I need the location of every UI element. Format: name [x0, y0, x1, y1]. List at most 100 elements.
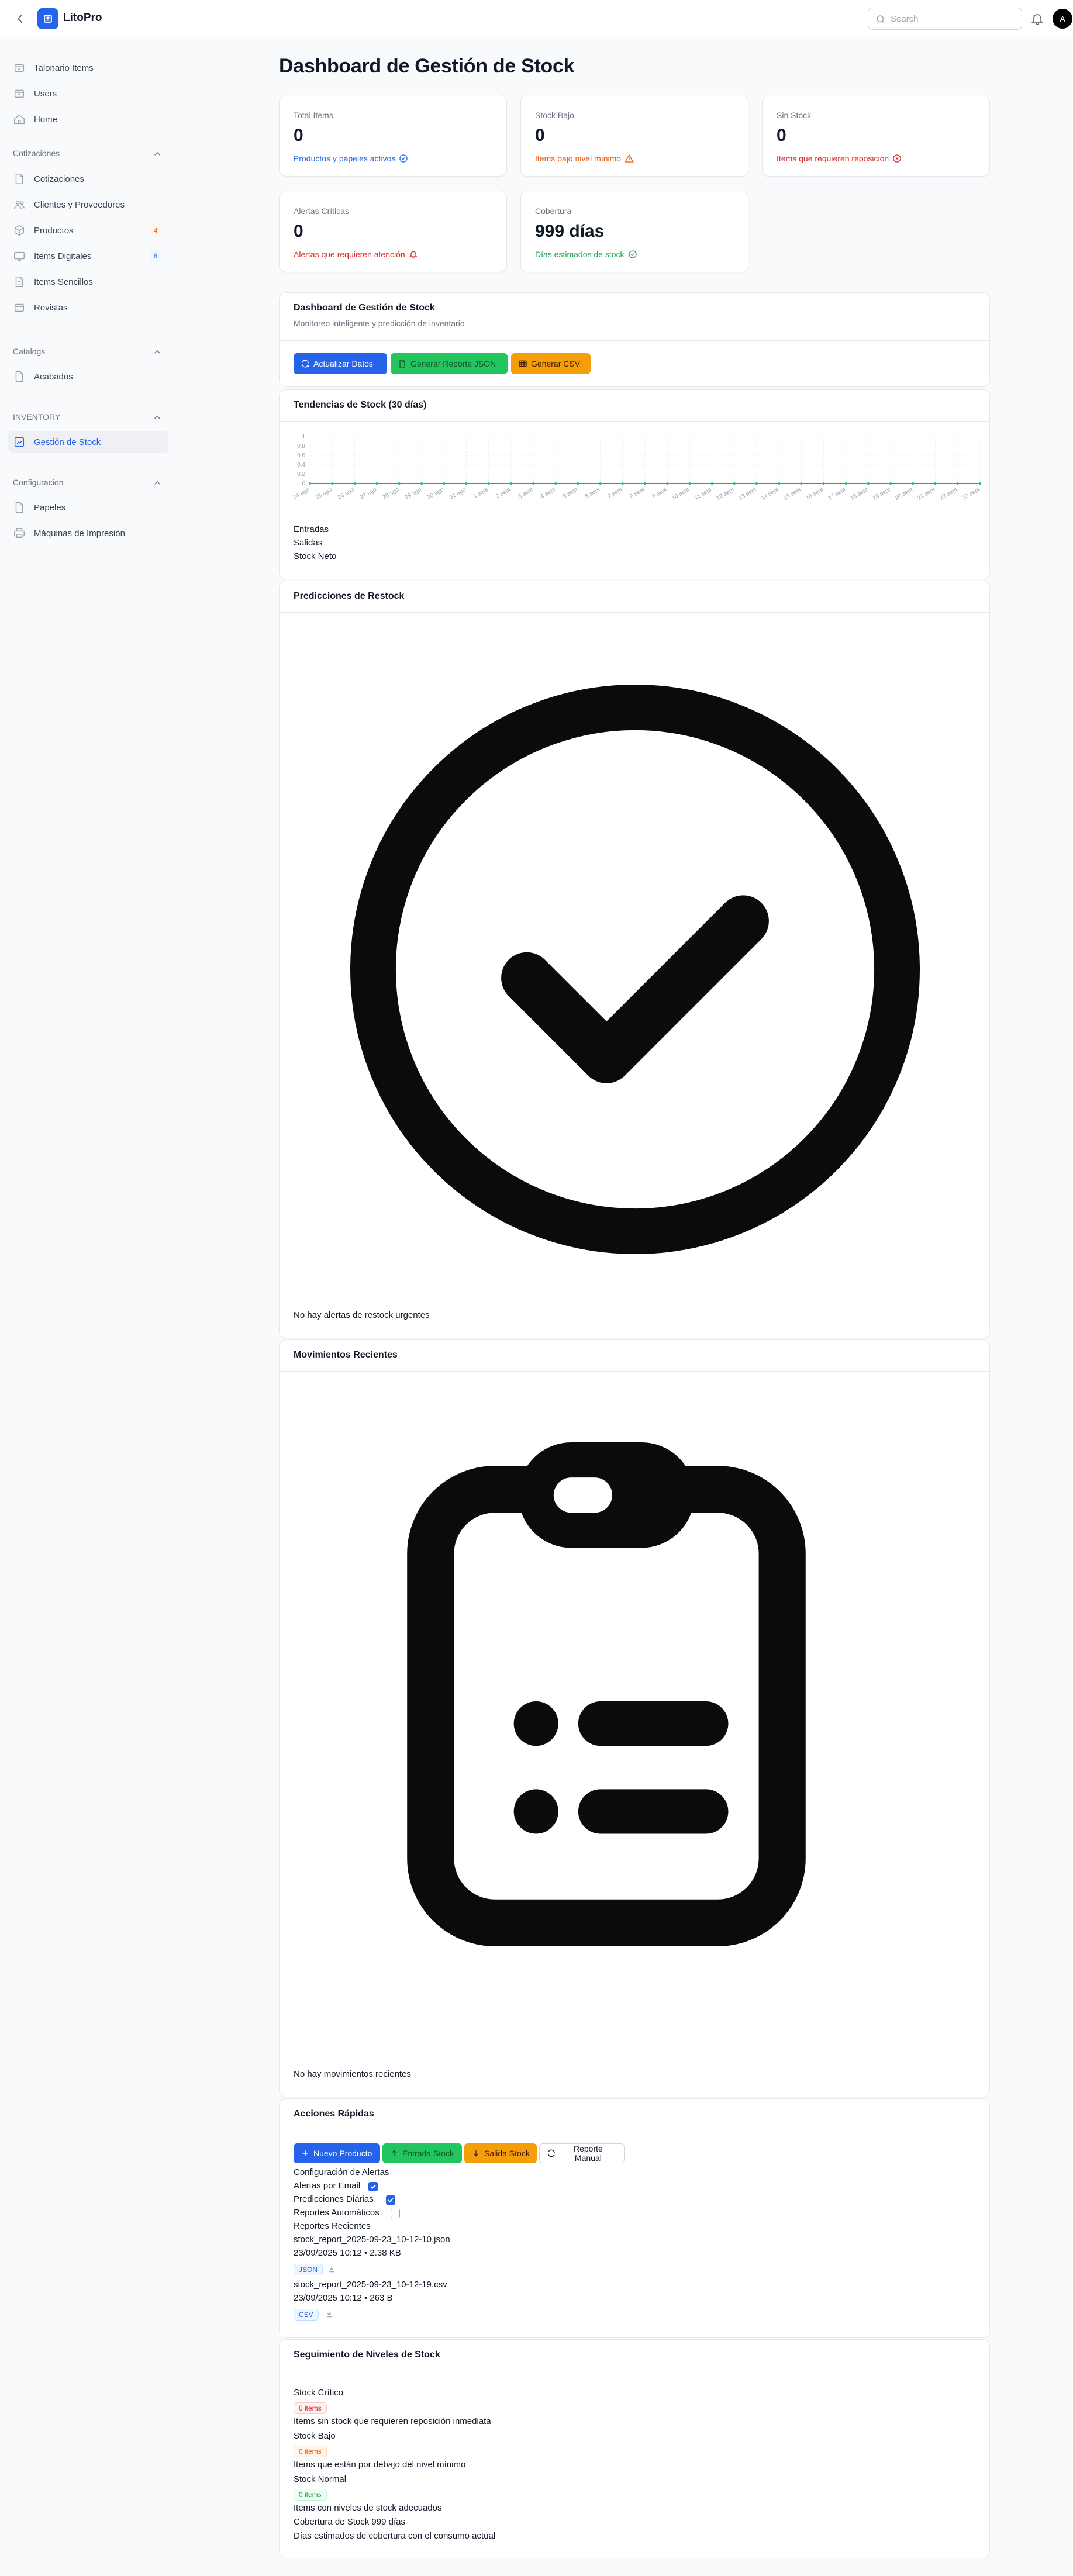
search-icon — [877, 15, 885, 23]
sidebar-item-acabados[interactable]: Acabados — [8, 365, 168, 388]
email-alerts-label: Alertas por Email — [294, 2181, 361, 2191]
restock-panel: Predicciones de Restock No hay alertas d… — [279, 581, 990, 1338]
x-tick-label: 31 ago — [448, 486, 467, 501]
level-label-critico: Stock Crítico — [294, 2388, 344, 2398]
level-description: Items sin stock que requieren reposición… — [294, 2416, 491, 2426]
movements-empty-message: No hay movimientos recientes — [294, 2069, 411, 2079]
stat-label: Stock Bajo — [535, 111, 574, 120]
email-alerts-checkbox[interactable] — [368, 2182, 378, 2191]
sidebar-item-label: Clientes y Proveedores — [34, 199, 125, 210]
table-icon — [519, 360, 527, 367]
report-file-name[interactable]: stock_report_2025-09-23_10-12-19.csv — [294, 2280, 447, 2290]
data-point — [465, 482, 468, 485]
manual-report-button[interactable]: Reporte Manual — [539, 2143, 625, 2163]
data-point — [599, 482, 602, 485]
sidebar-item-talonario-items[interactable]: Talonario Items — [8, 57, 168, 79]
stock-exit-button[interactable]: Salida Stock — [464, 2143, 537, 2163]
stat-description: Productos y papeles activos — [294, 154, 408, 163]
y-tick-label: 0 — [302, 481, 305, 487]
data-point — [755, 482, 758, 485]
chevron-up-icon[interactable] — [152, 412, 163, 423]
auto-reports-checkbox[interactable] — [391, 2209, 400, 2218]
daily-predictions-checkbox[interactable] — [386, 2195, 395, 2205]
monitor-icon — [14, 251, 25, 261]
users-icon — [14, 200, 25, 209]
sidebar-item-gestion-de-stock[interactable]: Gestión de Stock — [8, 431, 168, 453]
data-point — [934, 482, 937, 485]
data-point — [979, 482, 981, 485]
sidebar-item-productos[interactable]: Productos 4 — [8, 219, 168, 241]
chevron-left-icon[interactable] — [13, 12, 27, 26]
chevron-up-icon[interactable] — [152, 347, 163, 357]
y-tick-label: 0.6 — [297, 453, 305, 459]
brand-name[interactable]: LitoPro — [63, 12, 102, 25]
daily-predictions-label: Predicciones Diarias — [294, 2194, 374, 2204]
refresh-data-button[interactable]: Actualizar Datos — [294, 353, 387, 374]
chevron-up-icon[interactable] — [152, 478, 163, 488]
sidebar-item-items-digitales[interactable]: Items Digitales 8 — [8, 245, 168, 267]
group-label-catalogs: Catalogs — [13, 347, 46, 356]
stat-desc-text: Items bajo nivel mínimo — [535, 154, 622, 163]
sidebar-item-home[interactable]: Home — [8, 108, 168, 130]
new-product-button[interactable]: Nuevo Producto — [294, 2143, 380, 2163]
data-point — [710, 482, 713, 485]
generate-json-report-button[interactable]: Generar Reporte JSON — [391, 353, 508, 374]
download-icon[interactable] — [325, 2310, 333, 2318]
download-icon[interactable] — [327, 2265, 336, 2273]
data-point — [443, 482, 446, 485]
data-point — [554, 482, 557, 485]
sidebar-item-label: Items Digitales — [34, 251, 92, 261]
avatar[interactable]: A — [1053, 9, 1072, 29]
restock-empty-message: No hay alertas de restock urgentes — [294, 1310, 430, 1320]
level-label-normal: Stock Normal — [294, 2474, 347, 2484]
sidebar-item-label: Máquinas de Impresión — [34, 528, 125, 538]
chevron-up-icon[interactable] — [152, 149, 163, 159]
sidebar-item-revistas[interactable]: Revistas — [8, 296, 168, 319]
document-icon — [15, 371, 23, 382]
search-input[interactable] — [891, 12, 1013, 26]
report-file-meta: 23/09/2025 10:12 • 263 B — [294, 2293, 393, 2303]
auto-reports-label: Reportes Automáticos — [294, 2208, 379, 2218]
group-label-cotizaciones: Cotizaciones — [13, 149, 60, 158]
data-point — [398, 482, 401, 485]
data-point — [844, 482, 847, 485]
sidebar-item-clientes-proveedores[interactable]: Clientes y Proveedores — [8, 194, 168, 216]
report-file-name[interactable]: stock_report_2025-09-23_10-12-10.json — [294, 2235, 450, 2244]
data-point — [956, 482, 959, 485]
sidebar-item-users[interactable]: Users — [8, 82, 168, 105]
report-file-meta: 23/09/2025 10:12 • 2.38 KB — [294, 2248, 401, 2258]
generate-csv-button[interactable]: Generar CSV — [511, 353, 591, 374]
sidebar-item-label: Users — [34, 88, 57, 99]
search-box[interactable] — [868, 8, 1022, 30]
check-circle-icon — [628, 250, 637, 258]
stat-label: Cobertura — [535, 206, 572, 216]
sidebar: Talonario Items Users Home Cotizaciones … — [0, 38, 175, 2576]
report-type-badge: JSON — [294, 2264, 323, 2275]
stat-value: 0 — [777, 126, 786, 145]
data-point — [666, 482, 669, 485]
sidebar-item-cotizaciones[interactable]: Cotizaciones — [8, 168, 168, 190]
bell-icon[interactable] — [1030, 12, 1044, 26]
panel-subtitle: Monitoreo inteligente y predicción de in… — [294, 319, 465, 328]
x-tick-label: 30 ago — [426, 486, 445, 501]
level-description: Items que están por debajo del nivel mín… — [294, 2460, 466, 2470]
y-tick-label: 0.2 — [297, 471, 305, 478]
sidebar-item-items-sencillos[interactable]: Items Sencillos — [8, 271, 168, 293]
stock-entry-button[interactable]: Entrada Stock — [382, 2143, 462, 2163]
data-point — [577, 482, 579, 485]
sidebar-item-maquinas-de-impresion[interactable]: Máquinas de Impresión — [8, 522, 168, 544]
logo[interactable] — [37, 8, 58, 29]
data-point — [353, 482, 356, 485]
y-tick-label: 1 — [302, 434, 305, 440]
sidebar-item-label: Gestión de Stock — [34, 437, 101, 447]
legend-entradas: Entradas — [294, 524, 329, 534]
x-tick-label: 4 sept — [540, 486, 557, 500]
stat-value: 0 — [294, 126, 303, 145]
x-tick-label: 11 sept — [694, 486, 713, 502]
sidebar-item-papeles[interactable]: Papeles — [8, 496, 168, 519]
button-label: Actualizar Datos — [313, 359, 373, 368]
dashboard-panel: Dashboard de Gestión de Stock Monitoreo … — [279, 292, 990, 387]
stat-desc-text: Alertas que requieren atención — [294, 250, 405, 259]
data-point — [778, 482, 781, 485]
movements-panel: Movimientos Recientes No hay movimientos… — [279, 1339, 990, 2097]
